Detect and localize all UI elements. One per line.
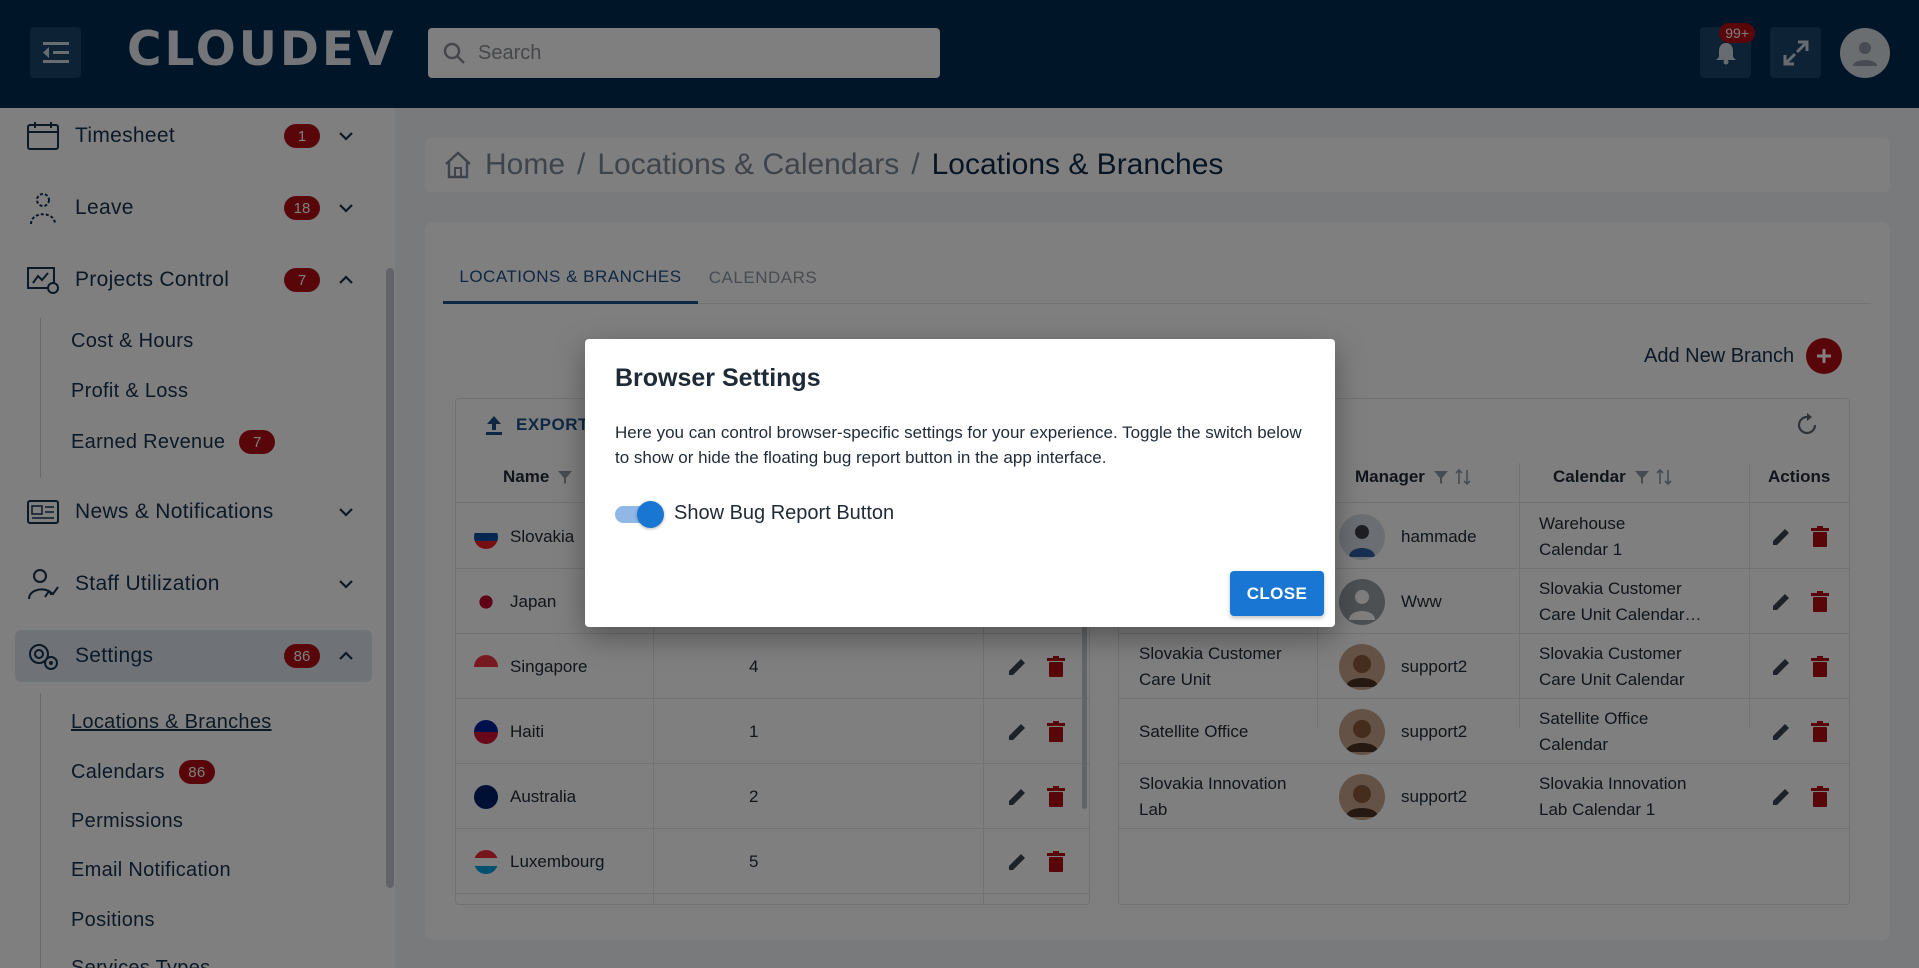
bug-report-toggle[interactable]	[615, 499, 667, 529]
close-button[interactable]: CLOSE	[1230, 571, 1324, 616]
toggle-label: Show Bug Report Button	[674, 502, 895, 524]
dialog-description: Here you can control browser-specific se…	[615, 423, 1302, 467]
toggle-thumb	[637, 501, 664, 528]
dialog-title: Browser Settings	[615, 364, 821, 392]
browser-settings-dialog: Browser Settings Here you can control br…	[585, 339, 1335, 627]
